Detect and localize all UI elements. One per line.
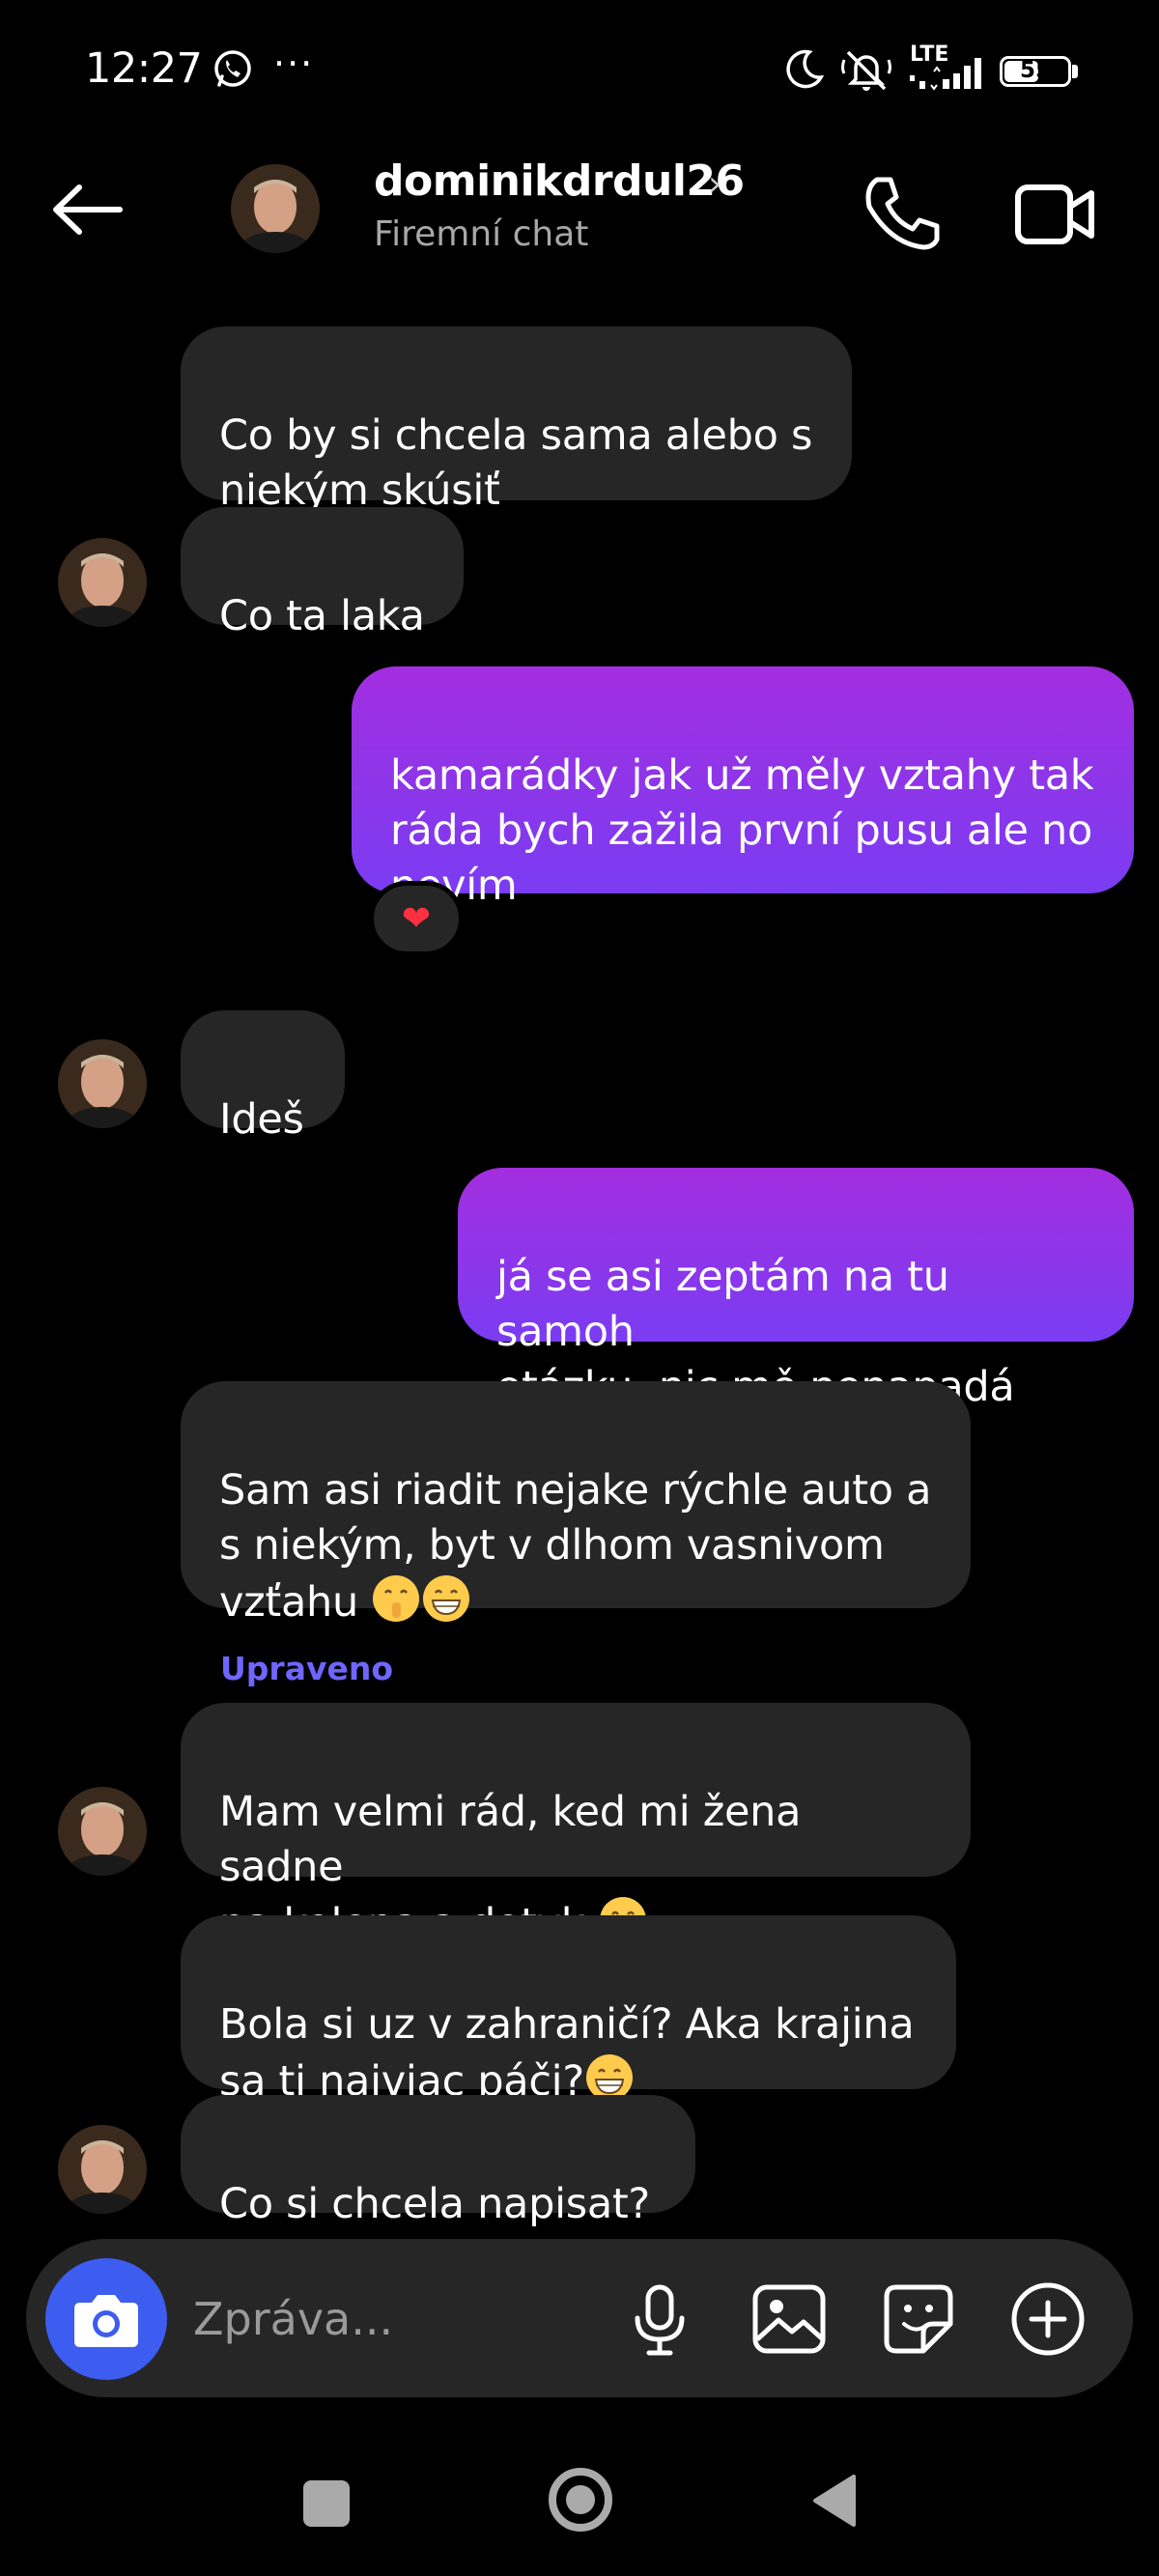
bell-off-icon xyxy=(841,50,891,91)
header-avatar[interactable] xyxy=(231,164,320,253)
camera-button[interactable] xyxy=(45,2258,167,2380)
message-bubble-outgoing[interactable]: kamarádky jak už měly vztahy tak ráda by… xyxy=(352,666,1134,910)
status-time: 12:27 xyxy=(85,44,203,93)
chevron-right-icon[interactable]: › xyxy=(708,164,721,204)
battery-tip xyxy=(1072,65,1078,78)
message-text: Sam asi riadit nejake rýchle auto a s ni… xyxy=(219,1466,932,1627)
microphone-icon[interactable] xyxy=(620,2279,699,2359)
message-text: Bola si uz v zahraničí? Aka krajina sa t… xyxy=(219,2000,915,2106)
sticker-icon[interactable] xyxy=(879,2279,958,2359)
whatsapp-icon xyxy=(214,50,251,87)
message-composer xyxy=(26,2239,1133,2397)
message-bubble-outgoing[interactable]: já se asi zeptám na tu samoh otázku, nic… xyxy=(458,1168,1134,1411)
signal-icon xyxy=(910,58,981,91)
plus-circle-icon[interactable] xyxy=(1008,2279,1088,2359)
nav-home-dot xyxy=(566,2485,595,2514)
sender-avatar[interactable] xyxy=(58,538,147,627)
sender-avatar[interactable] xyxy=(58,2125,147,2214)
message-bubble-incoming[interactable]: Bola si uz v zahraničí? Aka krajina sa t… xyxy=(181,1915,956,2106)
heart-icon: ❤ xyxy=(401,898,432,939)
chat-username[interactable]: dominikdrdul26 xyxy=(374,156,745,206)
emoji-group xyxy=(358,1575,471,1627)
back-arrow-icon[interactable] xyxy=(50,174,127,251)
phone-icon[interactable] xyxy=(860,172,943,255)
battery-indicator: 55 xyxy=(1000,56,1071,87)
status-more-dots: ··· xyxy=(273,42,315,85)
message-text: Ideš xyxy=(219,1095,304,1144)
reaction-heart[interactable]: ❤ xyxy=(369,881,464,956)
message-text: kamarádky jak už měly vztahy tak ráda by… xyxy=(390,751,1094,910)
message-bubble-incoming[interactable]: Co ta laka xyxy=(181,507,464,640)
message-input[interactable]: Zpráva... xyxy=(193,2293,393,2345)
dnd-moon-icon xyxy=(786,49,825,89)
message-bubble-incoming[interactable]: Co si chcela napisat? xyxy=(181,2095,695,2228)
message-text: Co ta laka xyxy=(219,592,425,640)
grinning-face-emoji-icon xyxy=(423,1575,470,1622)
message-bubble-incoming[interactable]: Co by si chcela sama alebo s niekým skús… xyxy=(181,326,852,515)
chat-subtitle: Firemní chat xyxy=(374,214,589,254)
message-text: Co by si chcela sama alebo s niekým skús… xyxy=(219,411,813,515)
battery-level-text: 55 xyxy=(1019,58,1051,83)
gallery-icon[interactable] xyxy=(749,2279,829,2359)
message-bubble-incoming[interactable]: Sam asi riadit nejake rýchle auto a s ni… xyxy=(181,1381,971,1627)
message-bubble-incoming[interactable]: Mam velmi rád, ked mi žena sadne na kole… xyxy=(181,1703,971,1948)
sender-avatar[interactable] xyxy=(58,1039,147,1128)
message-bubble-incoming[interactable]: Ideš xyxy=(181,1010,345,1144)
shushing-face-emoji-icon xyxy=(373,1575,420,1622)
nav-recents-button[interactable] xyxy=(303,2480,350,2527)
nav-back-button[interactable] xyxy=(809,2473,858,2529)
sender-avatar[interactable] xyxy=(58,1787,147,1876)
camera-icon xyxy=(74,2295,138,2347)
message-text: Co si chcela napisat? xyxy=(219,2180,650,2228)
edited-label: Upraveno xyxy=(220,1650,394,1687)
video-camera-icon[interactable] xyxy=(1014,176,1097,253)
